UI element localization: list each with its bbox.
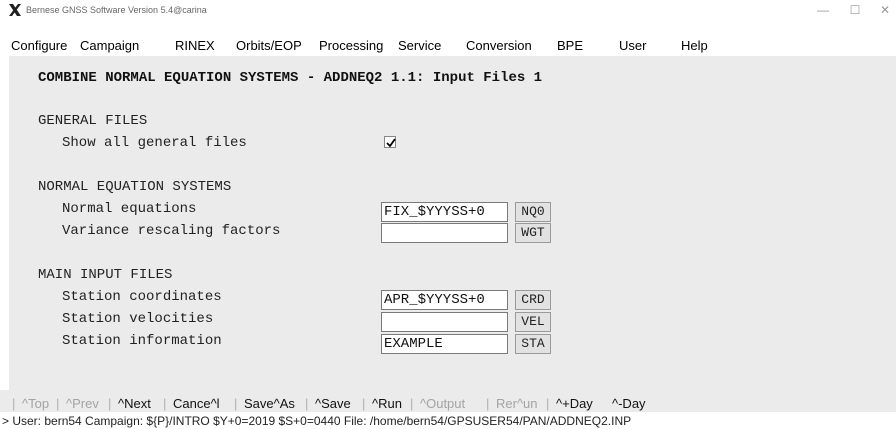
maximize-button[interactable]: ☐ <box>842 1 868 19</box>
variance-rescaling-label: Variance rescaling factors <box>62 223 281 239</box>
status-text: > User: bern54 Campaign: ${P}/INTRO $Y+0… <box>2 414 632 428</box>
normal-equations-label: Normal equations <box>62 201 197 217</box>
save-button[interactable]: ^Save <box>315 396 351 411</box>
window-titlebar: Bernese GNSS Software Version 5.4@carina… <box>0 0 896 22</box>
close-button[interactable]: ✕ <box>872 1 896 19</box>
window-title: Bernese GNSS Software Version 5.4@carina <box>26 5 207 15</box>
separator: | <box>163 396 167 411</box>
navigation-button-bar: | ^Top | ^Prev | ^Next | Cance^l | Save^… <box>0 390 896 412</box>
menu-rinex[interactable]: RINEX <box>175 38 215 53</box>
cancel-button[interactable]: Cance^l <box>173 396 220 411</box>
show-all-general-files-checkbox[interactable] <box>384 136 396 148</box>
run-button[interactable]: ^Run <box>372 396 402 411</box>
menu-processing[interactable]: Processing <box>319 38 383 53</box>
next-button[interactable]: ^Next <box>118 396 151 411</box>
menu-configure[interactable]: Configure <box>11 38 67 53</box>
station-velocities-ext-button[interactable]: VEL <box>515 312 551 332</box>
menu-help[interactable]: Help <box>681 38 708 53</box>
station-velocities-label: Station velocities <box>62 311 214 327</box>
panel-heading: COMBINE NORMAL EQUATION SYSTEMS - ADDNEQ… <box>38 70 543 86</box>
status-bar: > User: bern54 Campaign: ${P}/INTRO $Y+0… <box>0 412 896 429</box>
input-panel: COMBINE NORMAL EQUATION SYSTEMS - ADDNEQ… <box>9 56 896 390</box>
plus-day-button[interactable]: ^+Day <box>556 396 593 411</box>
menu-conversion[interactable]: Conversion <box>466 38 532 53</box>
menu-service[interactable]: Service <box>398 38 441 53</box>
section-normal-equation-systems: NORMAL EQUATION SYSTEMS <box>38 179 232 195</box>
separator: | <box>12 396 16 411</box>
separator: | <box>486 396 490 411</box>
station-information-label: Station information <box>62 333 222 349</box>
menu-campaign[interactable]: Campaign <box>80 38 139 53</box>
station-information-ext-button[interactable]: STA <box>515 334 551 354</box>
separator: | <box>410 396 414 411</box>
separator: | <box>234 396 238 411</box>
minimize-button[interactable]: — <box>810 1 836 19</box>
separator: | <box>108 396 112 411</box>
x11-logo-icon <box>9 4 21 16</box>
checkmark-icon <box>386 138 396 148</box>
top-button[interactable]: ^Top <box>22 396 49 411</box>
separator: | <box>56 396 60 411</box>
station-velocities-input[interactable] <box>381 312 508 332</box>
menu-bpe[interactable]: BPE <box>557 38 583 53</box>
station-coordinates-label: Station coordinates <box>62 289 222 305</box>
save-as-button[interactable]: Save^As <box>244 396 295 411</box>
normal-equations-input[interactable]: FIX_$YYYSS+0 <box>381 202 508 222</box>
show-all-general-files-label: Show all general files <box>62 135 247 151</box>
separator: | <box>305 396 309 411</box>
separator: | <box>362 396 366 411</box>
separator: | <box>546 396 550 411</box>
menu-user[interactable]: User <box>619 38 646 53</box>
prev-button[interactable]: ^Prev <box>66 396 99 411</box>
menu-orbits-eop[interactable]: Orbits/EOP <box>236 38 302 53</box>
normal-equations-ext-button[interactable]: NQ0 <box>515 202 551 222</box>
variance-rescaling-ext-button[interactable]: WGT <box>515 223 551 243</box>
section-main-input-files: MAIN INPUT FILES <box>38 267 173 283</box>
minus-day-button[interactable]: ^-Day <box>612 396 646 411</box>
menu-bar: Configure Campaign RINEX Orbits/EOP Proc… <box>0 22 896 56</box>
output-button[interactable]: ^Output <box>420 396 465 411</box>
station-information-input[interactable]: EXAMPLE <box>381 334 508 354</box>
variance-rescaling-input[interactable] <box>381 223 508 243</box>
station-coordinates-input[interactable]: APR_$YYYSS+0 <box>381 290 508 310</box>
rerun-button[interactable]: Rer^un <box>496 396 538 411</box>
station-coordinates-ext-button[interactable]: CRD <box>515 290 551 310</box>
section-general-files: GENERAL FILES <box>38 113 148 129</box>
